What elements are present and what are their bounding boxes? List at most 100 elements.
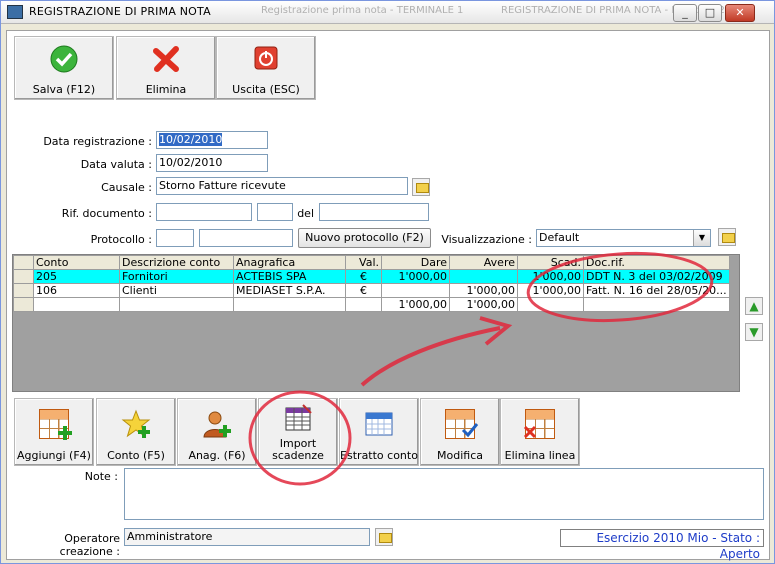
del-label: del (297, 207, 314, 220)
data-registrazione-value: 10/02/2010 (159, 133, 223, 146)
column-header-val[interactable]: Val. (345, 255, 382, 270)
cell-scad[interactable]: 1'000,00 (517, 269, 584, 284)
cell-anagrafica[interactable]: MEDIASET S.P.A. (233, 283, 346, 298)
causale-field[interactable]: Storno Fatture ricevute (156, 177, 408, 195)
table-row[interactable]: 205 Fornitori ACTEBIS SPA € 1'000,00 1'0… (13, 269, 730, 284)
minimize-button[interactable]: _ (673, 4, 697, 22)
totals-row: 1'000,00 1'000,00 (13, 297, 730, 312)
delete-button[interactable]: Elimina (116, 36, 216, 100)
cell-avere[interactable] (449, 269, 518, 284)
modifica-button[interactable]: Modifica (420, 398, 500, 466)
note-field[interactable] (124, 468, 764, 520)
cell-conto[interactable]: 205 (33, 269, 120, 284)
cell-val (345, 297, 382, 312)
entries-grid: Conto Descrizione conto Anagrafica Val. … (12, 254, 740, 392)
row-indicator (13, 297, 34, 312)
visualizzazione-select[interactable]: Default ▼ (536, 229, 711, 247)
nuovo-protocollo-button[interactable]: Nuovo protocollo (F2) (298, 228, 431, 248)
column-header-dare[interactable]: Dare (381, 255, 450, 270)
protocollo-label: Protocollo : (90, 233, 152, 246)
exit-button[interactable]: Uscita (ESC) (216, 36, 316, 100)
lookup-icon[interactable] (375, 528, 393, 546)
causale-folder-icon[interactable] (412, 178, 430, 196)
rif-documento-field[interactable] (156, 203, 252, 221)
visualizzazione-label: Visualizzazione : (441, 233, 532, 246)
save-label: Salva (F12) (32, 83, 96, 96)
elimina-linea-button[interactable]: Elimina linea (500, 398, 580, 466)
column-header-docrif[interactable]: Doc.rif. (583, 255, 730, 270)
grid-header: Conto Descrizione conto Anagrafica Val. … (13, 255, 730, 270)
exit-icon (254, 46, 278, 70)
app-icon (7, 5, 23, 19)
delete-label: Elimina (145, 83, 187, 96)
cell-scad[interactable]: 1'000,00 (517, 283, 584, 298)
background-title: Registrazione prima nota - TERMINALE 1 (261, 5, 464, 16)
cell-anagrafica[interactable]: ACTEBIS SPA (233, 269, 346, 284)
operatore-label: Operatore creazione : (59, 532, 120, 558)
plus-icon (58, 426, 72, 440)
cell-descrizione[interactable]: Clienti (119, 283, 234, 298)
grid-corner (13, 255, 34, 270)
data-valuta-label: Data valuta : (80, 158, 152, 171)
cell-docrif[interactable]: Fatt. N. 16 del 28/05/20... (583, 283, 730, 298)
cell-docrif[interactable]: DDT N. 3 del 03/02/2009 (583, 269, 730, 284)
calendar-icon (365, 412, 393, 436)
cell-avere[interactable]: 1'000,00 (449, 283, 518, 298)
data-valuta-field[interactable]: 10/02/2010 (156, 154, 268, 172)
cell-descrizione[interactable]: Fornitori (119, 269, 234, 284)
modifica-label: Modifica (437, 449, 483, 462)
data-registrazione-field[interactable]: 10/02/2010 (156, 131, 268, 149)
protocollo-field[interactable] (156, 229, 194, 247)
chevron-down-icon[interactable]: ▼ (693, 230, 710, 246)
spreadsheet-icon (285, 404, 312, 431)
save-button[interactable]: Salva (F12) (14, 36, 114, 100)
protocollo-field-2[interactable] (199, 229, 293, 247)
causale-label: Causale : (101, 181, 152, 194)
cell-scad (517, 297, 584, 312)
user-add-icon (203, 411, 231, 438)
conto-button[interactable]: Conto (F5) (96, 398, 176, 466)
delete-x-icon (523, 425, 537, 439)
arrow-up-icon[interactable]: ▲ (745, 297, 763, 315)
note-label: Note : (84, 470, 118, 483)
maximize-button[interactable]: □ (698, 4, 722, 22)
title-bar: REGISTRAZIONE DI PRIMA NOTA Registrazion… (1, 1, 774, 24)
row-indicator[interactable] (13, 269, 34, 284)
cell-anagrafica (233, 297, 346, 312)
x-icon (153, 46, 179, 72)
column-header-anagrafica[interactable]: Anagrafica (233, 255, 346, 270)
row-indicator[interactable] (13, 283, 34, 298)
window-title: REGISTRAZIONE DI PRIMA NOTA (29, 5, 211, 18)
anag-button[interactable]: Anag. (F6) (177, 398, 257, 466)
column-header-scad[interactable]: Scad. (517, 255, 584, 270)
operatore-field: Amministratore (124, 528, 370, 546)
cell-conto (33, 297, 120, 312)
del-date-field[interactable] (319, 203, 429, 221)
arrow-down-icon[interactable]: ▼ (745, 323, 763, 341)
rif-documento-number-field[interactable] (257, 203, 293, 221)
rif-documento-label: Rif. documento : (61, 207, 152, 220)
elimina-linea-label: Elimina linea (504, 449, 576, 462)
data-registrazione-label: Data registrazione : (43, 135, 152, 148)
column-header-avere[interactable]: Avere (449, 255, 518, 270)
cell-conto[interactable]: 106 (33, 283, 120, 298)
close-button[interactable]: ✕ (725, 4, 755, 22)
aggiungi-label: Aggiungi (F4) (17, 449, 91, 462)
import-scadenze-button[interactable]: Import scadenze (258, 398, 338, 466)
visualizzazione-folder-icon[interactable] (718, 228, 736, 246)
cell-val[interactable]: € (345, 283, 382, 298)
cell-descrizione (119, 297, 234, 312)
cell-dare[interactable] (381, 283, 450, 298)
cell-val[interactable]: € (345, 269, 382, 284)
cell-dare[interactable]: 1'000,00 (381, 269, 450, 284)
check-icon (50, 45, 78, 73)
conto-label: Conto (F5) (107, 449, 165, 462)
aggiungi-button[interactable]: Aggiungi (F4) (14, 398, 94, 466)
estratto-conto-label: Estratto conto (340, 449, 418, 462)
table-row[interactable]: 106 Clienti MEDIASET S.P.A. € 1'000,00 1… (13, 283, 730, 298)
star-add-icon (121, 409, 151, 438)
column-header-conto[interactable]: Conto (33, 255, 120, 270)
column-header-descrizione[interactable]: Descrizione conto (119, 255, 234, 270)
estratto-conto-button[interactable]: Estratto conto (339, 398, 419, 466)
total-dare: 1'000,00 (381, 297, 450, 312)
